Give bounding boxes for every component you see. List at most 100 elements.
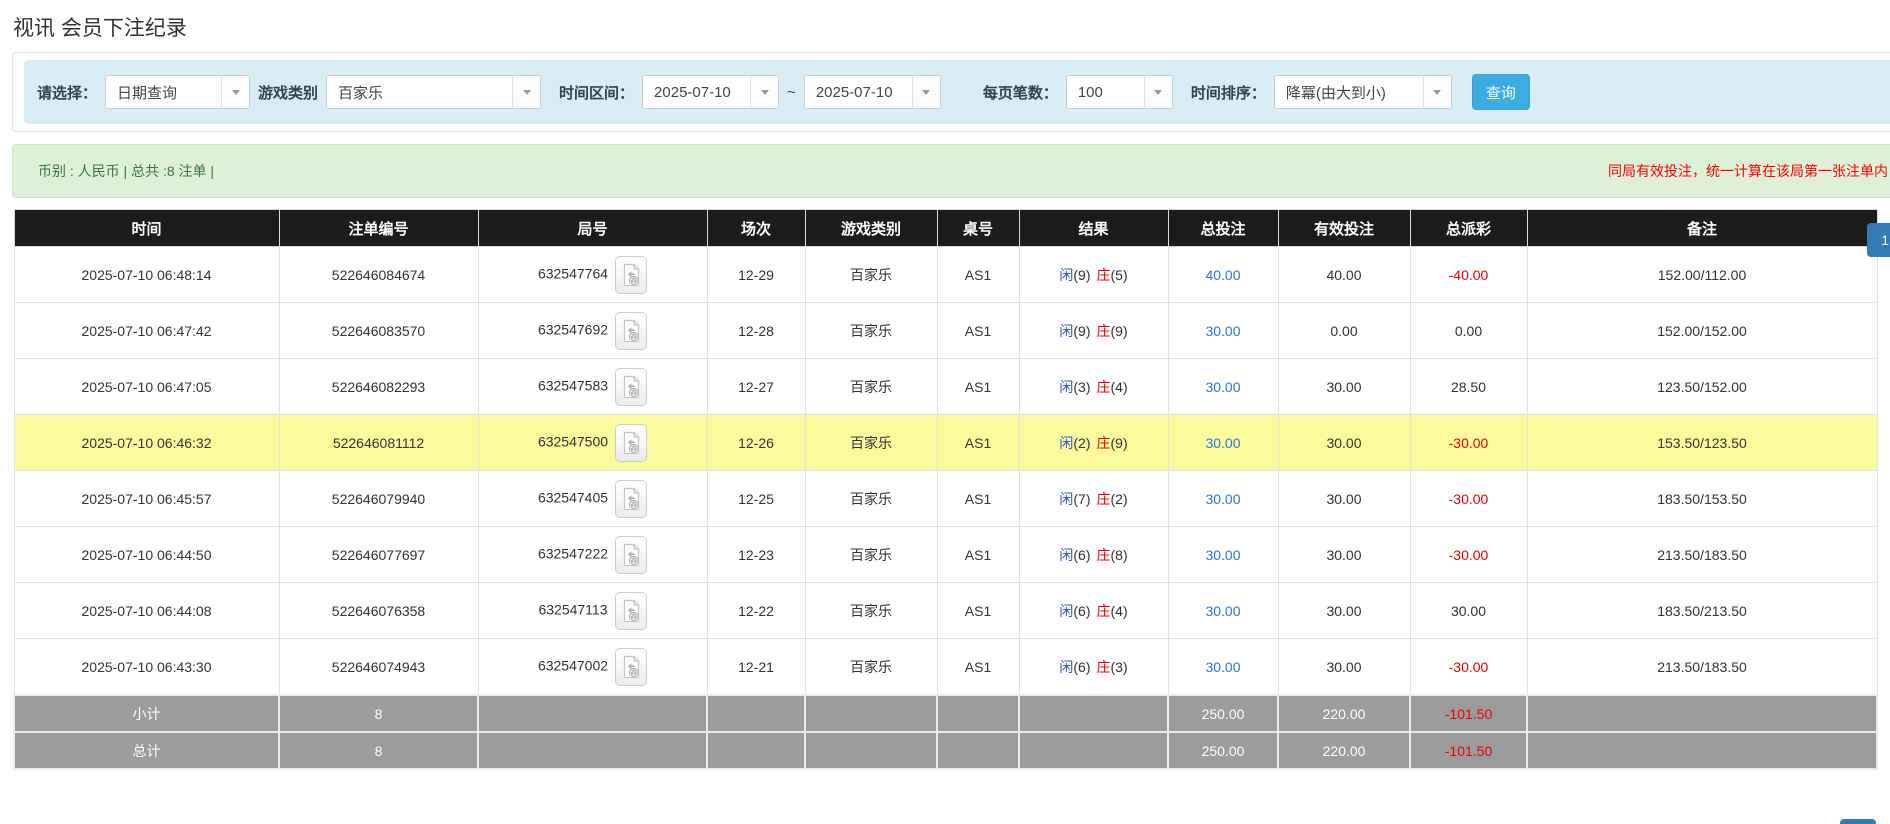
time-sort-label: 时间排序： [1191, 82, 1266, 103]
video-replay-button[interactable] [615, 256, 647, 294]
header-game-type: 游戏类别 [805, 210, 937, 247]
cell-game-type: 百家乐 [805, 303, 937, 359]
video-file-icon [621, 543, 641, 567]
date-to-dropdown-button[interactable] [912, 76, 940, 108]
chevron-down-icon [523, 90, 531, 95]
currency-summary-text: 币别 : 人民币 | 总共 :8 注单 | [38, 161, 214, 181]
query-type-select[interactable]: 日期查询 [105, 75, 250, 109]
cell-table-no: AS1 [937, 639, 1019, 696]
cell-session: 12-29 [707, 247, 805, 303]
video-replay-button[interactable] [615, 480, 647, 518]
pagination-page-1-top[interactable]: 1 [1867, 223, 1890, 257]
chevron-down-icon [922, 90, 930, 95]
total-bet-link[interactable]: 30.00 [1205, 659, 1240, 675]
table-row: 2025-07-10 06:44:50 522646077697 6325472… [14, 527, 1877, 583]
time-sort-select[interactable]: 降冪(由大到小) [1274, 75, 1452, 109]
per-page-dropdown-button[interactable] [1144, 76, 1172, 108]
header-remark: 备注 [1527, 210, 1877, 247]
header-total-bet: 总投注 [1168, 210, 1278, 247]
cell-game-type: 百家乐 [805, 359, 937, 415]
cell-time: 2025-07-10 06:43:30 [14, 639, 279, 696]
cell-valid-bet: 40.00 [1278, 247, 1410, 303]
header-time: 时间 [14, 210, 279, 247]
cell-total-bet: 30.00 [1168, 583, 1278, 639]
per-page-select[interactable]: 100 [1066, 75, 1173, 109]
date-from-dropdown-button[interactable] [750, 76, 778, 108]
cell-bet-id: 522646081112 [279, 415, 478, 471]
date-from-select[interactable]: 2025-07-10 [642, 75, 779, 109]
game-type-select[interactable]: 百家乐 [326, 75, 541, 109]
cell-result: 闲(6)庄(4) [1019, 583, 1168, 639]
video-file-icon [621, 487, 641, 511]
video-replay-button[interactable] [615, 536, 647, 574]
filter-strip: 请选择： 日期查询 游戏类别 百家乐 时间区间： 2025-07-10 ~ 20… [24, 60, 1890, 124]
video-file-icon [621, 431, 641, 455]
notice-text: 同局有效投注，统一计算在该局第一张注单内 [1608, 161, 1888, 181]
video-replay-button[interactable] [615, 368, 647, 406]
result-player: 闲 [1059, 323, 1073, 339]
cell-game-type: 百家乐 [805, 415, 937, 471]
cell-time: 2025-07-10 06:48:14 [14, 247, 279, 303]
cell-time: 2025-07-10 06:47:42 [14, 303, 279, 359]
cell-total-bet: 40.00 [1168, 247, 1278, 303]
header-round: 局号 [478, 210, 707, 247]
cell-round: 632547692 [478, 303, 707, 359]
cell-total-bet: 30.00 [1168, 471, 1278, 527]
subtotal-row: 小计 8 250.00 220.00 -101.50 [14, 695, 1877, 732]
cell-remark: 152.00/152.00 [1527, 303, 1877, 359]
chevron-down-icon [232, 90, 240, 95]
cell-session: 12-23 [707, 527, 805, 583]
total-bet-link[interactable]: 30.00 [1205, 491, 1240, 507]
cell-time: 2025-07-10 06:47:05 [14, 359, 279, 415]
per-page-value: 100 [1067, 76, 1144, 108]
per-page-label: 每页笔数： [983, 82, 1058, 103]
grand-total-label: 总计 [14, 732, 279, 769]
search-button[interactable]: 查询 [1472, 74, 1530, 110]
date-from-value: 2025-07-10 [643, 76, 750, 108]
video-replay-button[interactable] [615, 592, 647, 630]
cell-result: 闲(9)庄(9) [1019, 303, 1168, 359]
pagination-page-1-bottom[interactable]: 1 [1840, 819, 1876, 824]
result-banker: 庄 [1097, 491, 1111, 507]
video-replay-button[interactable] [615, 312, 647, 350]
game-type-dropdown-button[interactable] [512, 76, 540, 108]
date-to-select[interactable]: 2025-07-10 [804, 75, 941, 109]
total-bet-link[interactable]: 30.00 [1205, 547, 1240, 563]
result-player: 闲 [1059, 659, 1073, 675]
total-bet-link[interactable]: 30.00 [1205, 435, 1240, 451]
video-replay-button[interactable] [615, 648, 647, 686]
subtotal-label: 小计 [14, 695, 279, 732]
query-type-dropdown-button[interactable] [221, 76, 249, 108]
time-sort-dropdown-button[interactable] [1423, 76, 1451, 108]
game-type-value: 百家乐 [327, 76, 512, 108]
cell-valid-bet: 30.00 [1278, 471, 1410, 527]
video-file-icon [621, 319, 641, 343]
result-banker: 庄 [1097, 603, 1111, 619]
cell-round: 632547113 [478, 583, 707, 639]
cell-valid-bet: 30.00 [1278, 639, 1410, 696]
result-banker: 庄 [1097, 267, 1111, 283]
cell-remark: 213.50/183.50 [1527, 527, 1877, 583]
grand-total-payout: -101.50 [1410, 732, 1527, 769]
video-replay-button[interactable] [615, 424, 647, 462]
total-bet-link[interactable]: 30.00 [1205, 323, 1240, 339]
cell-session: 12-25 [707, 471, 805, 527]
cell-round: 632547222 [478, 527, 707, 583]
total-bet-link[interactable]: 30.00 [1205, 603, 1240, 619]
subtotal-valid-bet: 220.00 [1278, 695, 1410, 732]
header-bet-id: 注单编号 [279, 210, 478, 247]
cell-payout: -30.00 [1410, 471, 1527, 527]
cell-result: 闲(7)庄(2) [1019, 471, 1168, 527]
table-row: 2025-07-10 06:47:05 522646082293 6325475… [14, 359, 1877, 415]
cell-round: 632547500 [478, 415, 707, 471]
cell-result: 闲(3)庄(4) [1019, 359, 1168, 415]
cell-remark: 183.50/213.50 [1527, 583, 1877, 639]
cell-time: 2025-07-10 06:44:08 [14, 583, 279, 639]
header-valid-bet: 有效投注 [1278, 210, 1410, 247]
table-header-row: 时间 注单编号 局号 场次 游戏类别 桌号 结果 总投注 有效投注 总派彩 备注 [14, 210, 1877, 247]
filter-panel: 请选择： 日期查询 游戏类别 百家乐 时间区间： 2025-07-10 ~ 20… [12, 52, 1890, 132]
cell-time: 2025-07-10 06:46:32 [14, 415, 279, 471]
total-bet-link[interactable]: 40.00 [1205, 267, 1240, 283]
date-to-value: 2025-07-10 [805, 76, 912, 108]
total-bet-link[interactable]: 30.00 [1205, 379, 1240, 395]
